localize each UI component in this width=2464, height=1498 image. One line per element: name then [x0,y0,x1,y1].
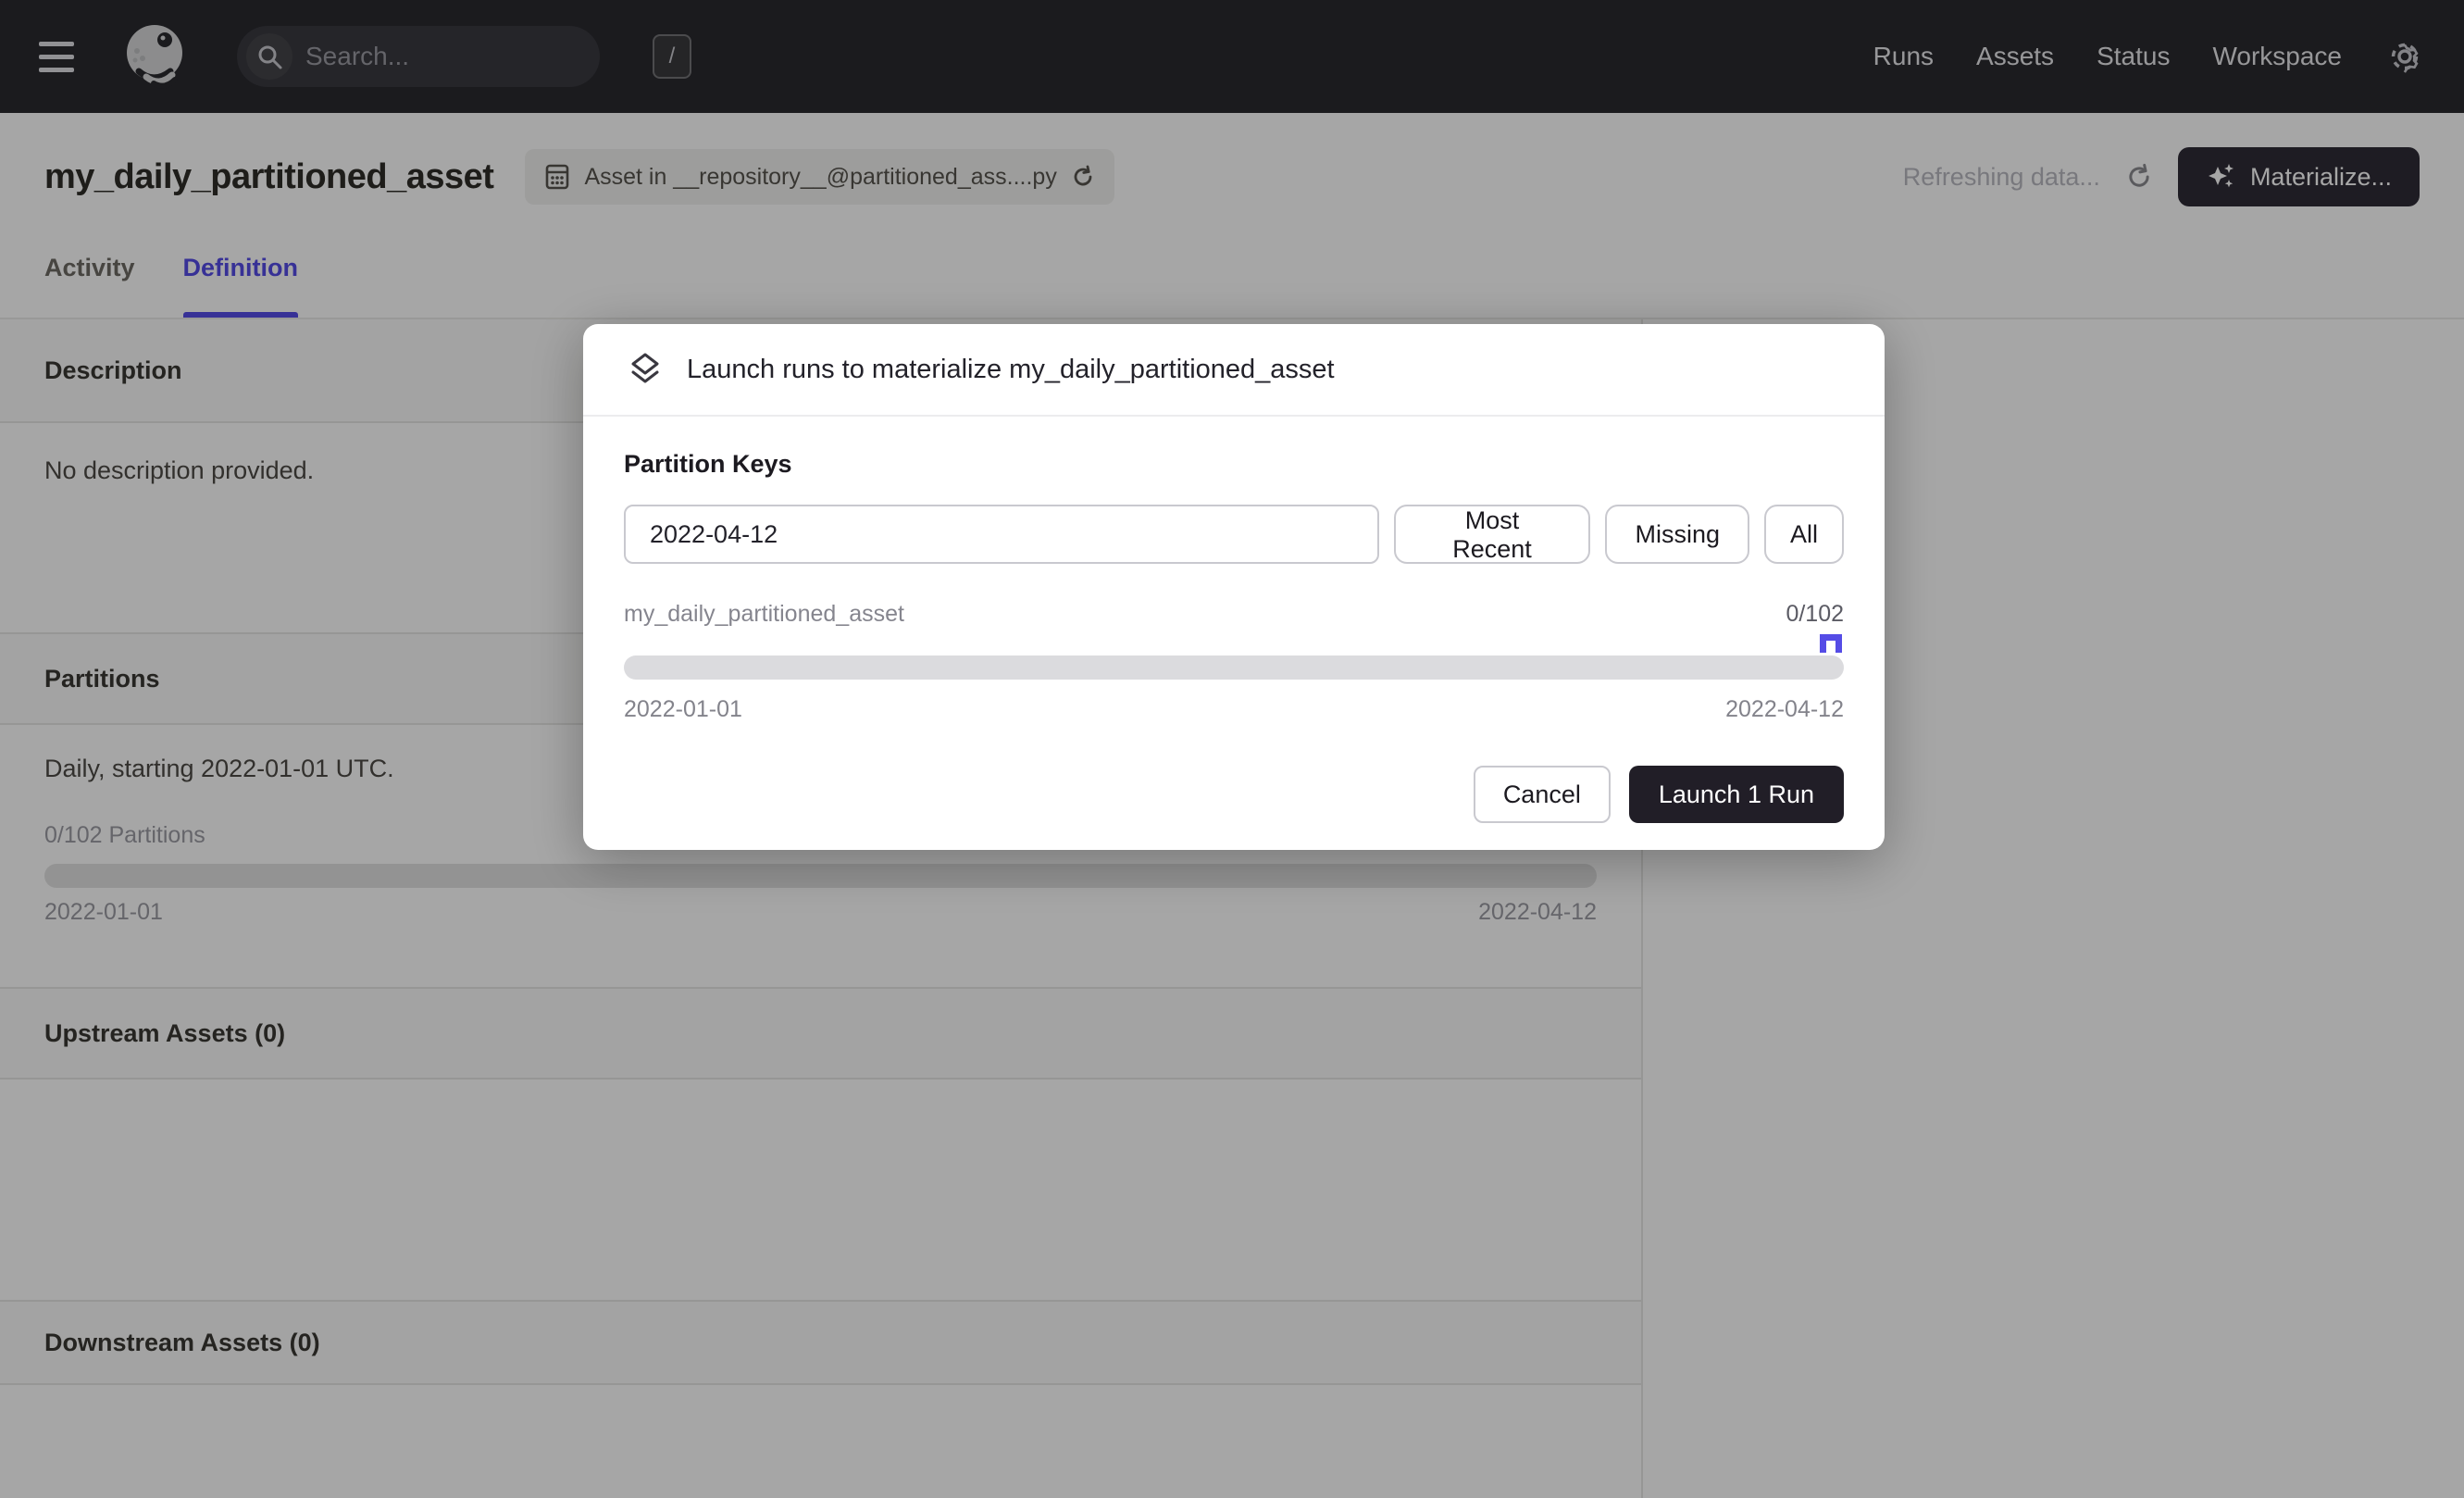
modal-header: Launch runs to materialize my_daily_part… [583,324,1885,417]
launch-run-button[interactable]: Launch 1 Run [1629,766,1844,823]
modal-asset-name: my_daily_partitioned_asset [624,601,904,628]
cancel-button[interactable]: Cancel [1474,766,1611,823]
modal-title: Launch runs to materialize my_daily_part… [687,355,1335,385]
modal-range-end: 2022-04-12 [1725,696,1844,723]
filter-most-recent-button[interactable]: Most Recent [1394,505,1591,564]
asset-layers-icon [626,350,665,389]
modal-partition-progress: 0/102 [1786,601,1844,628]
modal-range-start: 2022-01-01 [624,696,742,723]
filter-missing-button[interactable]: Missing [1605,505,1749,564]
partition-keys-label: Partition Keys [624,450,1844,479]
filter-all-button[interactable]: All [1764,505,1844,564]
modal-partition-bar[interactable] [624,655,1844,680]
launch-runs-modal: Launch runs to materialize my_daily_part… [583,324,1885,850]
selected-partition-marker [1820,634,1842,653]
partition-keys-input[interactable] [624,505,1379,564]
